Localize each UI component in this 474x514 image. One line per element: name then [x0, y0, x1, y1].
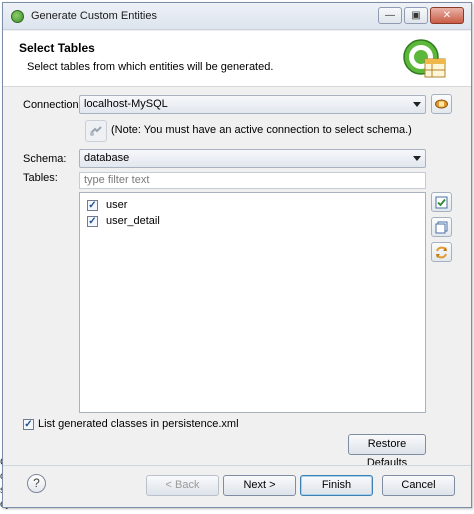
- table-filter-input[interactable]: type filter text: [79, 172, 426, 189]
- refresh-icon: [436, 246, 447, 259]
- connection-settings-icon: [435, 99, 448, 109]
- wizard-header: Select Tables Select tables from which e…: [3, 31, 471, 87]
- page-title: Select Tables: [19, 41, 95, 55]
- list-item[interactable]: ✓ user_detail: [84, 215, 284, 231]
- chevron-down-icon: [413, 102, 421, 107]
- table-name: user: [106, 199, 128, 211]
- next-button[interactable]: Next >: [223, 475, 296, 496]
- wizard-icon: [11, 10, 24, 23]
- page-description: Select tables from which entities will b…: [27, 61, 274, 73]
- list-item[interactable]: ✓ user: [84, 199, 284, 215]
- table-checkbox[interactable]: ✓: [87, 200, 98, 211]
- finish-button[interactable]: Finish: [300, 475, 373, 496]
- select-all-icon: [435, 196, 448, 209]
- deselect-all-icon: [435, 221, 448, 234]
- minimize-icon: —: [385, 10, 395, 21]
- cancel-button[interactable]: Cancel: [382, 475, 455, 496]
- footer-separator: [3, 465, 471, 466]
- schema-value: database: [84, 152, 130, 164]
- entity-wizard-banner-icon: [403, 39, 446, 78]
- maximize-button[interactable]: ▣: [404, 7, 428, 24]
- back-button[interactable]: < Back: [146, 475, 219, 496]
- tables-list[interactable]: ✓ user ✓ user_detail: [79, 192, 426, 413]
- list-classes-checkbox[interactable]: ✓: [23, 419, 34, 430]
- refresh-button[interactable]: [431, 242, 452, 262]
- minimize-button[interactable]: —: [378, 7, 402, 24]
- select-all-button[interactable]: [431, 192, 452, 212]
- restore-defaults-button[interactable]: Restore Defaults: [348, 434, 426, 469]
- close-button[interactable]: ✕: [430, 7, 464, 24]
- deselect-all-button[interactable]: [431, 217, 452, 237]
- restore-icon: ▣: [411, 10, 421, 21]
- dialog-window: Generate Custom Entities — ▣ ✕ Select Ta…: [2, 2, 472, 508]
- connection-label: Connection:: [23, 99, 82, 111]
- reconnect-icon: [90, 126, 102, 136]
- chevron-down-icon: [413, 156, 421, 161]
- connection-select[interactable]: localhost-MySQL: [79, 95, 426, 114]
- help-icon: ?: [33, 476, 40, 490]
- connection-note: (Note: You must have an active connectio…: [111, 124, 412, 136]
- table-checkbox[interactable]: ✓: [87, 216, 98, 227]
- list-classes-label: List generated classes in persistence.xm…: [38, 418, 239, 430]
- close-icon: ✕: [442, 10, 452, 21]
- tables-label: Tables:: [23, 172, 58, 184]
- table-name: user_detail: [106, 215, 160, 227]
- schema-label: Schema:: [23, 153, 67, 165]
- connection-settings-button[interactable]: [431, 94, 452, 114]
- schema-select[interactable]: database: [79, 149, 426, 168]
- title-bar[interactable]: Generate Custom Entities — ▣ ✕: [3, 3, 471, 30]
- window-title: Generate Custom Entities: [31, 10, 157, 22]
- help-button[interactable]: ?: [27, 474, 46, 493]
- connection-value: localhost-MySQL: [84, 98, 168, 110]
- reconnect-button[interactable]: [85, 120, 107, 142]
